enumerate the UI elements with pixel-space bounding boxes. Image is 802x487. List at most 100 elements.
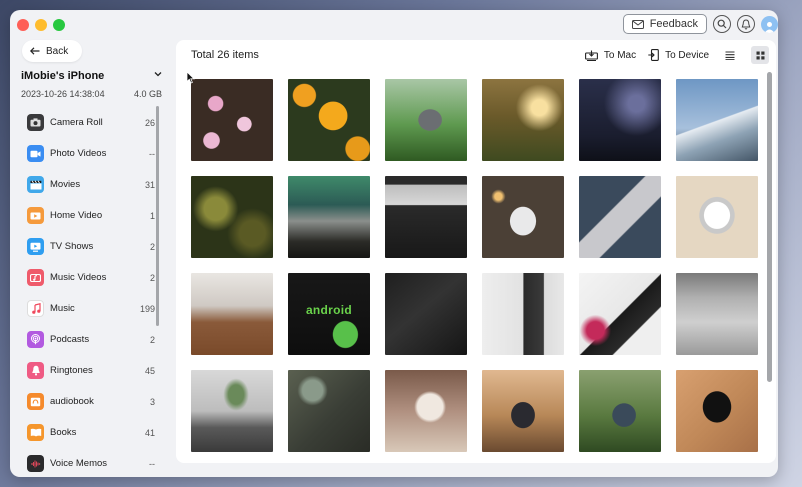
sidebar-item-voice-memos[interactable]: Voice Memos -- — [27, 448, 155, 477]
user-avatar-icon[interactable] — [761, 15, 778, 33]
photo-sunset-field[interactable] — [482, 79, 564, 161]
photo-ipad-desk[interactable] — [676, 176, 758, 258]
list-view-button[interactable] — [721, 46, 739, 64]
voice-memo-icon — [27, 455, 44, 472]
feedback-button[interactable]: Feedback — [622, 14, 707, 34]
sidebar-item-count: 2 — [149, 272, 155, 283]
sidebar-item-count: 45 — [144, 365, 155, 376]
back-label: Back — [46, 45, 69, 57]
photo-cat-grass[interactable] — [385, 79, 467, 161]
sidebar-item-label: TV Shows — [50, 241, 94, 252]
to-device-button[interactable]: To Device — [648, 49, 709, 61]
music-note-icon — [27, 300, 44, 317]
chevron-down-icon[interactable] — [154, 71, 162, 77]
grid-view-icon — [756, 51, 764, 59]
sidebar-item-photo-videos[interactable]: Photo Videos -- — [27, 138, 155, 169]
photo-laptop-wood-desk[interactable] — [191, 273, 273, 355]
photo-iphone-pencil[interactable] — [579, 176, 661, 258]
main-scrollbar[interactable] — [767, 72, 772, 382]
sidebar-scrollbar[interactable] — [156, 106, 159, 326]
photo-android-robot[interactable]: android — [288, 273, 370, 355]
tv-icon — [27, 238, 44, 255]
sidebar-item-count: 2 — [149, 241, 155, 252]
sidebar-item-music-videos[interactable]: Music Videos 2 — [27, 262, 155, 293]
sidebar-item-home-video[interactable]: Home Video 1 — [27, 200, 155, 231]
sidebar-item-label: Photo Videos — [50, 148, 107, 159]
sidebar-item-books[interactable]: Books 41 — [27, 417, 155, 448]
phone-import-icon — [648, 49, 659, 61]
device-name[interactable]: iMobie's iPhone — [21, 70, 104, 82]
sidebar-item-ringtones[interactable]: Ringtones 45 — [27, 355, 155, 386]
sidebar-item-count: 2 — [149, 334, 155, 345]
search-icon[interactable] — [713, 15, 731, 33]
top-right-toolbar: Feedback — [622, 14, 778, 34]
book-icon — [27, 424, 44, 441]
sidebar-item-camera-roll[interactable]: Camera Roll 26 — [27, 107, 155, 138]
sidebar-item-count: -- — [149, 458, 155, 469]
sidebar-item-count: 199 — [139, 303, 155, 314]
photo-aurora-mountains[interactable] — [288, 176, 370, 258]
minimize-window-button[interactable] — [35, 19, 47, 31]
photo-snowy-mountain[interactable] — [676, 79, 758, 161]
arrow-left-icon — [30, 47, 40, 55]
page-title: Total 26 items — [191, 49, 259, 61]
clapperboard-icon — [27, 176, 44, 193]
category-list: Camera Roll 26 Photo Videos -- Movies 31 Home … — [27, 107, 155, 477]
to-mac-button[interactable]: To Mac — [584, 50, 636, 61]
close-window-button[interactable] — [17, 19, 29, 31]
sidebar-item-count: 31 — [144, 179, 155, 190]
main-panel: Total 26 items To Mac To Device android — [176, 40, 776, 463]
photo-grid: android — [191, 79, 758, 452]
sidebar-item-label: Voice Memos — [50, 458, 108, 469]
photo-iphone-lights[interactable] — [482, 176, 564, 258]
sidebar-item-label: Camera Roll — [50, 117, 103, 128]
back-button[interactable]: Back — [22, 40, 82, 62]
photo-phone-table-top[interactable] — [288, 370, 370, 452]
sidebar-item-audiobook[interactable]: audiobook 3 — [27, 386, 155, 417]
photo-iphone-cable[interactable] — [676, 370, 758, 452]
audiobook-icon — [27, 393, 44, 410]
mail-icon — [631, 19, 644, 29]
window-controls — [17, 19, 65, 31]
photo-tree-canopy[interactable] — [191, 176, 273, 258]
sidebar-item-music[interactable]: Music 199 — [27, 293, 155, 324]
photo-desk-setup[interactable] — [676, 273, 758, 355]
sidebar-item-movies[interactable]: Movies 31 — [27, 169, 155, 200]
thumbnail-text: android — [305, 302, 353, 317]
device-size: 4.0 GB — [134, 89, 163, 99]
sidebar-item-podcasts[interactable]: Podcasts 2 — [27, 324, 155, 355]
sidebar-item-label: Music — [50, 303, 75, 314]
zoom-window-button[interactable] — [53, 19, 65, 31]
sidebar-item-label: Movies — [50, 179, 81, 190]
photo-phone-greenery[interactable] — [579, 370, 661, 452]
photo-dark-phones[interactable] — [385, 273, 467, 355]
sidebar-item-count: 1 — [149, 210, 155, 221]
camera-icon — [27, 114, 44, 131]
photo-pink-daisies[interactable] — [191, 79, 273, 161]
photo-earbuds-phone[interactable] — [579, 273, 661, 355]
sidebar-item-label: Ringtones — [50, 365, 93, 376]
photo-hand-phone-coffee[interactable] — [385, 370, 467, 452]
main-toolbar: To Mac To Device — [584, 46, 769, 64]
sidebar-item-label: Books — [50, 427, 77, 438]
photo-orange-flowers[interactable] — [288, 79, 370, 161]
grid-view-button[interactable] — [751, 46, 769, 64]
feedback-label: Feedback — [649, 18, 698, 30]
mouse-cursor-icon — [186, 71, 195, 84]
photo-phone-photo-food[interactable] — [482, 370, 564, 452]
sidebar-item-label: Music Videos — [50, 272, 107, 283]
sidebar-item-count: 41 — [144, 427, 155, 438]
sidebar-item-count: -- — [149, 148, 155, 159]
photo-laptop-top[interactable] — [385, 176, 467, 258]
home-video-icon — [27, 207, 44, 224]
photo-night-sky[interactable] — [579, 79, 661, 161]
list-view-icon — [725, 50, 735, 60]
bell-icon — [27, 362, 44, 379]
notification-bell-icon[interactable] — [737, 15, 755, 33]
sidebar-item-tv-shows[interactable]: TV Shows 2 — [27, 231, 155, 262]
sidebar-item-label: Home Video — [50, 210, 103, 221]
photo-laptop-plant[interactable] — [191, 370, 273, 452]
photo-phone-notebook[interactable] — [482, 273, 564, 355]
device-date: 2023-10-26 14:38:04 — [21, 89, 105, 99]
sidebar-item-count: 3 — [149, 396, 155, 407]
